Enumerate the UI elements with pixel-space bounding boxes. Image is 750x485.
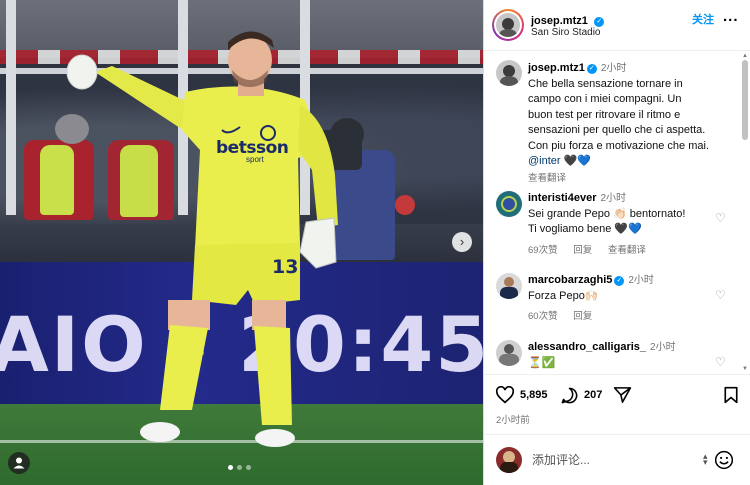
commenter-avatar[interactable] (496, 273, 522, 299)
caption: josep.mtz1 ✓ 2小时 Che bella sensazione torn… (528, 61, 738, 184)
post-action-bar: 5,895 207 2小时前 (484, 374, 750, 434)
bookmark-icon[interactable] (723, 386, 739, 404)
commenter-avatar[interactable] (496, 340, 522, 366)
emoji-picker-icon[interactable] (714, 450, 734, 470)
like-heart-icon[interactable] (495, 386, 515, 404)
next-image-button[interactable]: › (452, 232, 472, 252)
commenter-username[interactable]: alessandro_calligaris_ (528, 341, 646, 353)
caption-line: sensazioni per quello che ci aspetta. (528, 124, 706, 136)
comment: marcobarzaghi5 ✓ 2小时 Forza Pepo🙌🏻 60次赞 回复 (528, 273, 728, 322)
comment-text: Ti vogliamo bene 🖤💙 (528, 223, 642, 235)
post-image[interactable]: AIO - 20:45 betsson sport 13 › (0, 0, 483, 485)
resize-handle-icon[interactable]: ▴ ▾ (703, 452, 708, 467)
caption-line: Con piu forza e motivazione che mai. (528, 139, 709, 152)
comment-compose-bar: ▴▾ (484, 434, 750, 485)
scroll-down-arrow[interactable]: ▼ (742, 366, 748, 372)
comment-like-icon[interactable]: ♡ (715, 211, 726, 225)
post-time-ago[interactable]: 2小时前 (496, 412, 530, 426)
user-tags-button[interactable] (8, 452, 30, 474)
comments-scrollbar[interactable] (742, 60, 748, 140)
caption-line: Che bella sensazione tornare in (528, 77, 683, 90)
comment: interisti4ever 2小时 Sei grande Pepo 👏🏻 ben… (528, 191, 728, 256)
comment-translate-link[interactable]: 查看翻译 (608, 245, 646, 256)
author-avatar[interactable] (492, 9, 524, 41)
comment-like-icon[interactable]: ♡ (715, 288, 726, 302)
caption-time: 2小时 (600, 63, 627, 74)
comment-input[interactable] (532, 453, 692, 467)
post-location[interactable]: San Siro Stadio (531, 27, 601, 38)
post-header: josep.mtz1 ✓ San Siro Stadio 关注 ... (484, 0, 750, 51)
follow-button[interactable]: 关注 (692, 11, 714, 27)
caption-line: buon test per ritrovare il ritmo e (528, 108, 681, 121)
comment-likes[interactable]: 69次赞 (528, 245, 558, 256)
person-icon (13, 457, 25, 469)
comments-count[interactable]: 207 (584, 389, 602, 401)
share-send-icon[interactable] (613, 386, 632, 404)
more-options-icon[interactable]: ... (723, 8, 739, 25)
comment-time: 2小时 (650, 342, 676, 353)
post-side-panel: josep.mtz1 ✓ San Siro Stadio 关注 ... jose… (483, 0, 750, 485)
comment-like-icon[interactable]: ♡ (715, 355, 726, 369)
verified-icon: ✓ (614, 276, 625, 286)
carousel-dots (228, 465, 251, 470)
caption-emoji: 🖤💙 (563, 155, 592, 167)
verified-icon: ✓ (586, 64, 597, 74)
comment-text: ⏳✅ (528, 356, 556, 369)
caption-author-avatar[interactable] (496, 60, 522, 86)
likes-count[interactable]: 5,895 (520, 389, 548, 401)
commenter-username[interactable]: interisti4ever (528, 192, 596, 204)
scroll-up-arrow[interactable]: ▲ (742, 53, 748, 59)
caption-mention-link[interactable]: @inter (528, 155, 561, 167)
comments-list[interactable]: josep.mtz1 ✓ 2小时 Che bella sensazione torn… (484, 52, 741, 374)
jersey-sponsor-sub: sport (246, 155, 264, 164)
carousel-dot (228, 465, 233, 470)
caption-username[interactable]: josep.mtz1 (528, 62, 585, 74)
caption-translate-link[interactable]: 查看翻译 (528, 170, 738, 184)
caption-line: campo con i miei compagni. Un (528, 93, 682, 105)
carousel-dot (246, 465, 251, 470)
comment-bubble-icon[interactable] (560, 386, 579, 405)
comment-text: Forza Pepo🙌🏻 (528, 289, 599, 302)
shorts-number: 13 (272, 256, 299, 278)
verified-icon: ✓ (594, 17, 605, 27)
comment-likes[interactable]: 60次赞 (528, 311, 558, 322)
comment-text: Sei grande Pepo 👏🏻 bentornato! (528, 207, 686, 220)
current-user-avatar (496, 447, 522, 473)
comment-time: 2小时 (628, 275, 654, 286)
commenter-username[interactable]: marcobarzaghi5 (528, 274, 612, 286)
author-username[interactable]: josep.mtz1 (531, 15, 588, 27)
carousel-dot (237, 465, 242, 470)
goalkeeper-figure (66, 31, 338, 447)
comment-reply-button[interactable]: 回复 (573, 311, 592, 322)
comment-time: 2小时 (600, 193, 627, 204)
comment: alessandro_calligaris_ 2小时 ⏳✅ (528, 340, 728, 371)
commenter-avatar[interactable] (496, 191, 522, 217)
comment-reply-button[interactable]: 回复 (573, 245, 592, 256)
